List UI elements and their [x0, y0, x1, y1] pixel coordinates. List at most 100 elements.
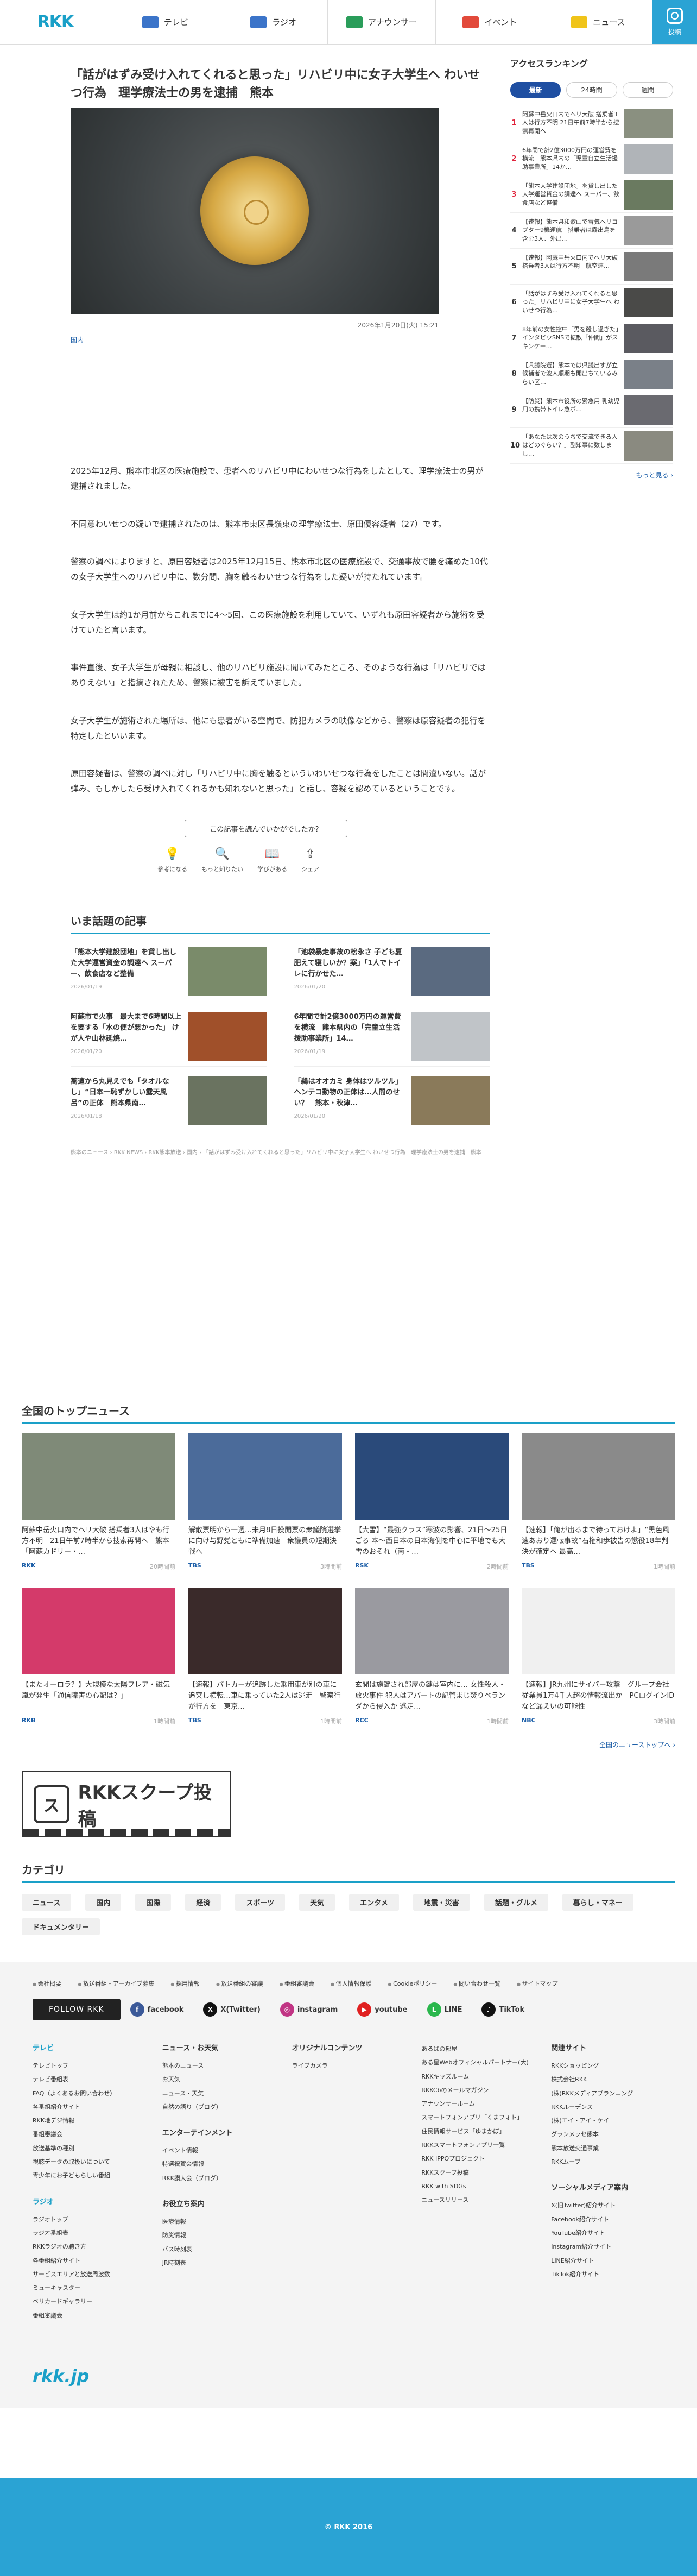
footer-link[interactable]: グランメッセ熊本: [551, 2127, 664, 2141]
category-6[interactable]: エンタメ: [349, 1894, 399, 1911]
national-news-card[interactable]: 玄関は施錠され部屋の鍵は室内に… 女性殺人・放火事件 犯人はアパートの記管まじ焚…: [355, 1588, 509, 1729]
footer-link[interactable]: ライブカメラ: [292, 2059, 405, 2073]
footer-link[interactable]: お天気: [162, 2073, 276, 2086]
scoop-post-button[interactable]: 投稿: [652, 0, 697, 44]
feedback-button-2[interactable]: 📖 学びがある: [257, 848, 287, 873]
sns-3[interactable]: ▶ youtube: [357, 2002, 408, 2017]
footer-link[interactable]: TikTok紹介サイト: [551, 2268, 664, 2281]
footer-link[interactable]: RKKラジオの聴き方: [33, 2240, 146, 2253]
footer-link[interactable]: ベリカードギャラリー: [33, 2295, 146, 2308]
feedback-button-3[interactable]: ⇪ シェア: [301, 848, 319, 873]
category-4[interactable]: スポーツ: [235, 1894, 286, 1911]
nav-item-1[interactable]: ラジオ: [219, 0, 328, 44]
ranking-item[interactable]: 8 【県議院選】熊本では県議出すが立候補者で波人順期も開出ちているみらい区…: [510, 356, 673, 392]
footer-link[interactable]: ある星Webオフィシャルパートナー(大): [421, 2056, 535, 2069]
footer-link[interactable]: 熊本放送交通事業: [551, 2142, 664, 2155]
category-9[interactable]: 暮らし・マネー: [562, 1894, 633, 1911]
national-news-card[interactable]: 解散票明から一週…来月8日投開票の衆議院選挙に向け与野党ともに準備加速 衆議員の…: [188, 1433, 342, 1574]
category-8[interactable]: 話題・グルメ: [484, 1894, 548, 1911]
trending-item[interactable]: 蕎這から丸見えでも「タオルなし」“日本一恥ずかしい露天風呂”の正体 熊本県南… 2…: [71, 1076, 267, 1131]
ranking-item[interactable]: 4 【速報】熊本県和歌山で雪気ヘリコプター9機運航 搭乗者は霧出島を含む3人、外出…: [510, 213, 673, 249]
footer-link[interactable]: RKKムーブ: [551, 2155, 664, 2169]
footer-util-link[interactable]: 問い合わせ一覧: [453, 1979, 500, 1988]
national-news-card[interactable]: 【速報】「俺が出るまで待っておけよ」“黒色風速あおり運転事故”石権和歩被告の懲役…: [522, 1433, 675, 1574]
footer-link[interactable]: RKKショッピング: [551, 2059, 664, 2073]
footer-util-link[interactable]: サイトマップ: [517, 1979, 557, 1988]
footer-link[interactable]: RKK讃大会（ブログ）: [162, 2171, 276, 2185]
footer-util-link[interactable]: 番組審議会: [279, 1979, 314, 1988]
sns-2[interactable]: ◎ instagram: [280, 2002, 338, 2017]
category-3[interactable]: 経済: [185, 1894, 221, 1911]
footer-link[interactable]: 番組審議会: [33, 2309, 146, 2322]
footer-link[interactable]: 放送基準の種別: [33, 2142, 146, 2155]
nav-item-2[interactable]: アナウンサー: [328, 0, 436, 44]
footer-link[interactable]: ニュースリリース: [421, 2193, 535, 2207]
footer-util-link[interactable]: 会社概要: [33, 1979, 62, 1988]
footer-link[interactable]: ラジオ番組表: [33, 2226, 146, 2240]
footer-link[interactable]: RKKスマートフォンアプリ一覧: [421, 2138, 535, 2152]
footer-util-link[interactable]: 放送番組の審議: [216, 1979, 263, 1988]
trending-item[interactable]: 6年間で計2億3000万円の運営費を横流 熊本県内の「完童立生活援助事業所」14…: [294, 1011, 490, 1067]
footer-link[interactable]: 熊本のニュース: [162, 2059, 276, 2073]
footer-link[interactable]: あるばの部屋: [421, 2042, 535, 2056]
footer-link[interactable]: バス時刻表: [162, 2243, 276, 2256]
feedback-button-0[interactable]: 💡 参考になる: [157, 848, 187, 873]
footer-link[interactable]: (株)RKKメディアプランニング: [551, 2087, 664, 2100]
ranking-item[interactable]: 5 【速報】阿蘇中岳火口内でヘリ大破 搭乗者3人は行方不明 航空連…: [510, 249, 673, 285]
footer-link[interactable]: (株)エイ・アイ・ケイ: [551, 2114, 664, 2127]
footer-link[interactable]: ラジオトップ: [33, 2213, 146, 2226]
footer-link[interactable]: RKK地デジ情報: [33, 2114, 146, 2127]
ranking-item[interactable]: 9 【防災】熊本市役所の緊急用 乳幼児用の携帯トイレ急ポ…: [510, 392, 673, 428]
ranking-item[interactable]: 7 8年前の女性控中「男を殺し過ぎた」 インタビウSNSで拡散「仲間」がスキンケー…: [510, 320, 673, 356]
ranking-tab-2[interactable]: 週間: [622, 82, 673, 98]
footer-link[interactable]: RKKルーデンス: [551, 2100, 664, 2114]
footer-link[interactable]: 株式会社RKK: [551, 2073, 664, 2086]
national-more-link[interactable]: 全国のニューストップへ ›: [22, 1740, 675, 1749]
category-2[interactable]: 国際: [135, 1894, 172, 1911]
footer-link[interactable]: ミューキャスター: [33, 2281, 146, 2295]
category-7[interactable]: 地震・災害: [413, 1894, 470, 1911]
footer-link[interactable]: 特選祝賀会情報: [162, 2157, 276, 2171]
footer-link[interactable]: 自然の語り（ブログ）: [162, 2100, 276, 2114]
ranking-item[interactable]: 6 「話がはずみ受け入れてくれると思った」リハビリ中に女子大学生へ わいせつ行為…: [510, 285, 673, 320]
national-news-card[interactable]: 【またオーロラ？】大規模な太陽フレア・磁気嵐が発生「通信障害の心配は？」 RKB 1…: [22, 1588, 175, 1729]
category-0[interactable]: ニュース: [22, 1894, 72, 1911]
ranking-item[interactable]: 1 阿蘇中岳火口内でヘリ大破 搭乗者3人は行方不明 21日午前7時半から捜索再開へ: [510, 105, 673, 141]
trending-item[interactable]: 阿蘇市で火事 最大まで6時間以上を要する「水の便が悪かった」 けが人や山林延焼……: [71, 1011, 267, 1067]
category-5[interactable]: 天気: [299, 1894, 335, 1911]
footer-link[interactable]: FAQ（よくあるお問い合わせ）: [33, 2087, 146, 2100]
footer-util-link[interactable]: Cookieポリシー: [388, 1979, 437, 1988]
footer-link[interactable]: サービスエリアと放送周波数: [33, 2268, 146, 2281]
footer-link[interactable]: RKKCbのメールマガジン: [421, 2083, 535, 2097]
footer-link[interactable]: ニュース・天気: [162, 2087, 276, 2100]
footer-link[interactable]: 各番組紹介サイト: [33, 2100, 146, 2114]
ranking-more-link[interactable]: もっと見る ›: [510, 470, 673, 480]
national-news-card[interactable]: 【大雪】“最強クラス”寒波の影響、21日～25日ごろ 本～西日本の日本海側を中心…: [355, 1433, 509, 1574]
scoop-banner[interactable]: ス RKKスクープ投稿: [22, 1771, 231, 1837]
footer-link[interactable]: Facebook紹介サイト: [551, 2213, 664, 2226]
footer-link[interactable]: RKK with SDGs: [421, 2180, 535, 2193]
footer-util-link[interactable]: 個人情報保護: [331, 1979, 372, 1988]
footer-link[interactable]: 住民情報サービス「ゆまかぽ」: [421, 2125, 535, 2138]
footer-link[interactable]: アナウンサールーム: [421, 2097, 535, 2111]
national-news-card[interactable]: 【速報】JR九州にサイバー攻撃 グループ会社従業員1万4千人超の情報流出か PC…: [522, 1588, 675, 1729]
sns-4[interactable]: L LINE: [427, 2002, 462, 2017]
ranking-item[interactable]: 2 6年間で計2億3000万円の運営費を横流 熊本県内の「児童自立生活援助事業所」…: [510, 141, 673, 177]
article-category-link[interactable]: 国内: [71, 335, 84, 344]
national-news-card[interactable]: 阿蘇中岳火口内でヘリ大破 搭乗者3人はやも行方不明 21日午前7時半から捜索再開…: [22, 1433, 175, 1574]
ranking-tab-0[interactable]: 最新: [510, 82, 561, 98]
footer-link[interactable]: イベント情報: [162, 2144, 276, 2157]
footer-link[interactable]: テレビトップ: [33, 2059, 146, 2073]
trending-item[interactable]: 「鵜はオオカミ 身体はツルツル」ヘンテコ動物の正体は…人間のせい？ 熊本・秋津……: [294, 1076, 490, 1131]
ranking-tab-1[interactable]: 24時間: [566, 82, 617, 98]
rkk-logo[interactable]: RKK: [0, 0, 111, 44]
footer-util-link[interactable]: 放送番組・アーカイブ募集: [78, 1979, 154, 1988]
national-news-card[interactable]: 【速報】パトカーが追跡した乗用車が別の車に追突し横転…車に乗っていた2人は逃走 …: [188, 1588, 342, 1729]
feedback-button-1[interactable]: 🔍 もっと知りたい: [201, 848, 243, 873]
footer-link[interactable]: RKK IPPOプロジェクト: [421, 2152, 535, 2165]
sns-1[interactable]: X X(Twitter): [203, 2002, 261, 2017]
footer-link[interactable]: YouTube紹介サイト: [551, 2226, 664, 2240]
category-10[interactable]: ドキュメンタリー: [22, 1918, 100, 1935]
footer-link[interactable]: 医療情報: [162, 2215, 276, 2228]
sns-5[interactable]: ♪ TikTok: [481, 2002, 524, 2017]
